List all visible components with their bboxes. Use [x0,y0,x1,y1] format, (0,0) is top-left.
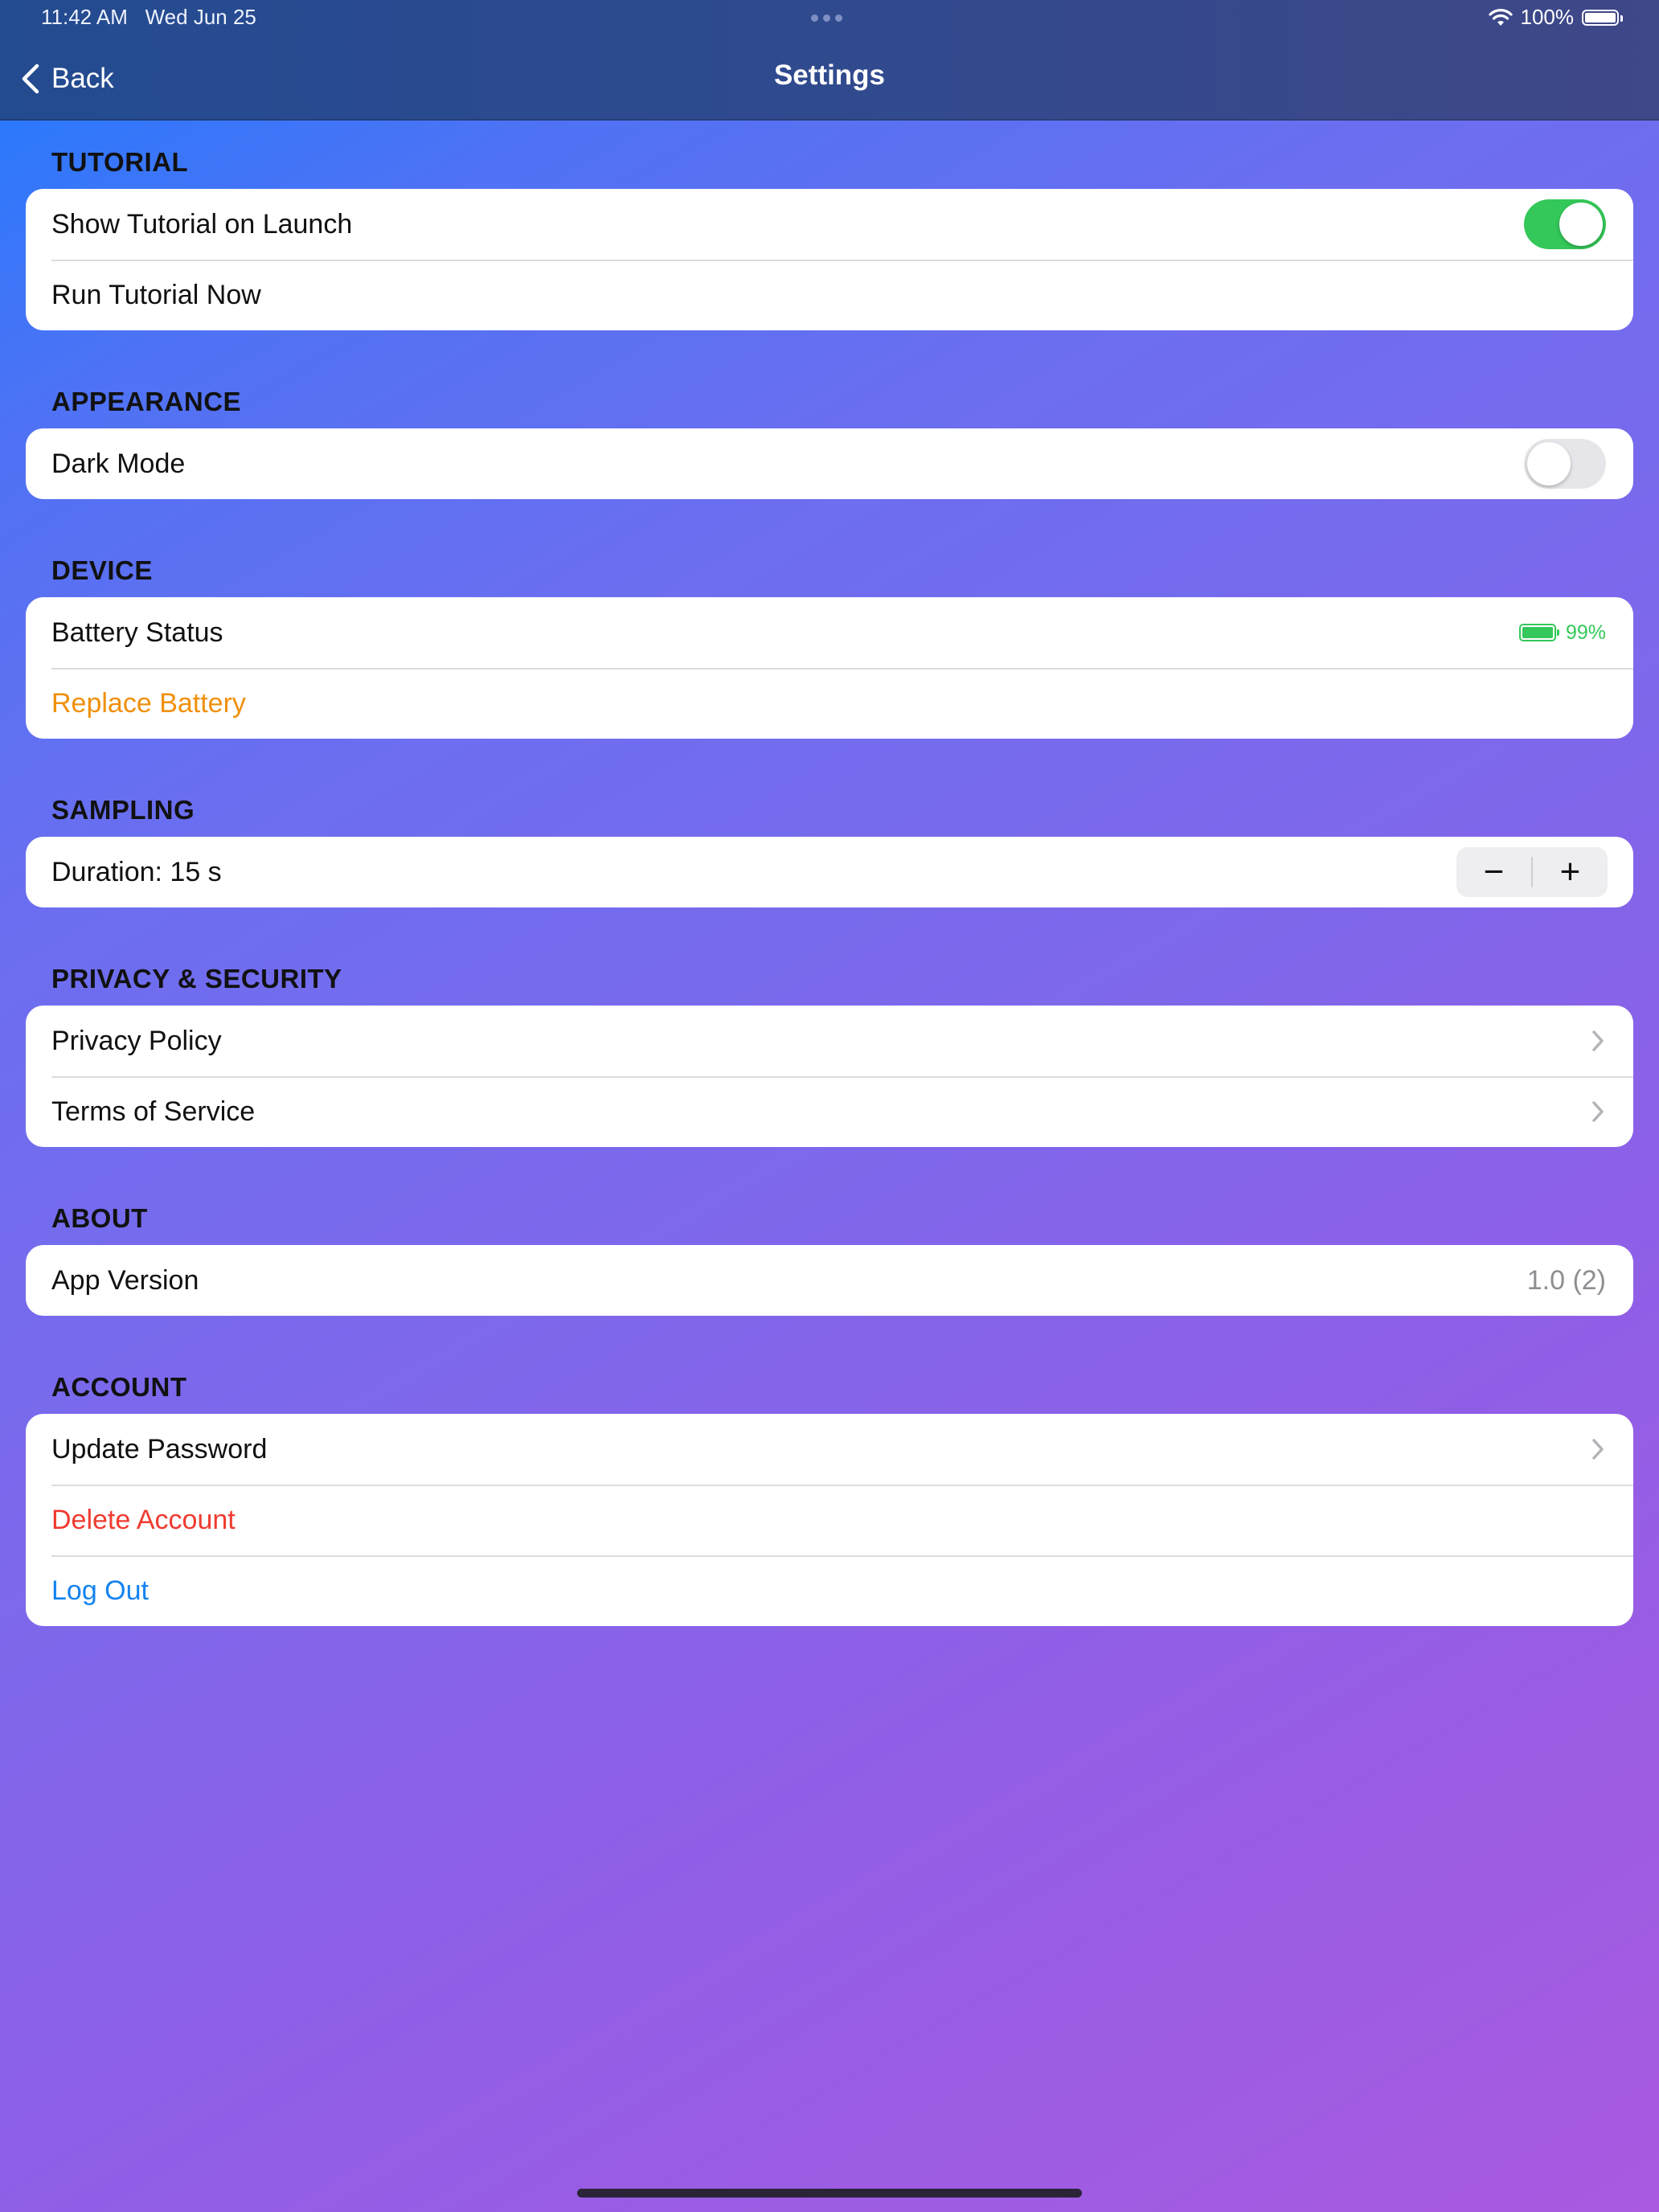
toggle-knob [1527,442,1571,485]
battery-level-fill [1522,627,1553,638]
chevron-right-icon [1592,1439,1604,1460]
increment-button[interactable]: + [1533,847,1608,897]
dark-mode-toggle[interactable] [1524,439,1606,489]
dark-mode-label: Dark Mode [51,448,186,479]
update-password-row[interactable]: Update Password [26,1414,1633,1485]
sampling-card: Duration: 15 s − + [26,837,1633,907]
section-header-appearance: APPEARANCE [51,387,242,416]
account-card: Update Password Delete Account Log Out [26,1414,1633,1626]
status-date: Wed Jun 25 [145,5,256,29]
appearance-card: Dark Mode [26,428,1633,499]
section-header-sampling: SAMPLING [51,795,195,825]
multitasking-dots-icon[interactable] [811,14,842,22]
battery-percent: 99% [1565,621,1606,644]
delete-account-button[interactable]: Delete Account [51,1505,1606,1536]
status-indicators: 100% [1488,5,1623,30]
page-title: Settings [773,59,886,91]
wifi-icon [1488,8,1513,26]
section-header-account: ACCOUNT [51,1372,187,1402]
decrement-button[interactable]: − [1456,847,1531,897]
delete-account-row[interactable]: Delete Account [26,1485,1633,1555]
privacy-policy-row[interactable]: Privacy Policy [26,1006,1633,1076]
section-header-device: DEVICE [51,555,153,585]
terms-of-service-row[interactable]: Terms of Service [26,1076,1633,1147]
battery-status-row: Battery Status 99% [26,597,1633,668]
replace-battery-row[interactable]: Replace Battery [26,668,1633,739]
app-version-row: App Version 1.0 (2) [26,1245,1633,1316]
chevron-right-icon [1592,1101,1604,1122]
status-time: 11:42 AM [41,5,128,29]
terms-of-service-label: Terms of Service [51,1096,256,1127]
update-password-label: Update Password [51,1433,268,1464]
device-card: Battery Status 99% Replace Battery [26,597,1633,739]
duration-stepper: − + [1456,847,1608,897]
duration-label: Duration: 15 s [51,856,222,887]
log-out-row[interactable]: Log Out [26,1555,1633,1626]
toggle-knob [1559,203,1603,246]
show-tutorial-label: Show Tutorial on Launch [51,208,353,240]
home-indicator[interactable] [577,2189,1082,2198]
privacy-card: Privacy Policy Terms of Service [26,1006,1633,1147]
section-header-privacy: PRIVACY & SECURITY [51,964,342,993]
log-out-button[interactable]: Log Out [51,1575,1606,1607]
battery-fill [1585,12,1616,23]
privacy-policy-label: Privacy Policy [51,1025,222,1056]
app-version-label: App Version [51,1264,199,1296]
battery-status-value: 99% [1518,621,1606,645]
dark-mode-row: Dark Mode [26,428,1633,499]
replace-battery-button[interactable]: Replace Battery [51,688,1606,719]
status-time-date: 11:42 AM Wed Jun 25 [41,5,256,30]
show-tutorial-toggle[interactable] [1524,199,1606,249]
run-tutorial-label: Run Tutorial Now [51,279,261,310]
battery-status-label: Battery Status [51,616,223,648]
battery-level-icon [1518,624,1559,641]
duration-row: Duration: 15 s − + [26,837,1633,907]
section-header-about: ABOUT [51,1203,148,1233]
about-card: App Version 1.0 (2) [26,1245,1633,1316]
section-header-tutorial: TUTORIAL [51,147,189,177]
status-battery-percent: 100% [1520,5,1575,29]
chevron-right-icon [1592,1030,1604,1051]
show-tutorial-row: Show Tutorial on Launch [26,189,1633,260]
run-tutorial-row[interactable]: Run Tutorial Now [26,260,1633,330]
app-version-value: 1.0 (2) [1526,1264,1606,1296]
tutorial-card: Show Tutorial on Launch Run Tutorial Now [26,189,1633,330]
navigation-bar: 11:42 AM Wed Jun 25 100% Back Settings [0,0,1659,121]
battery-icon [1582,9,1623,26]
